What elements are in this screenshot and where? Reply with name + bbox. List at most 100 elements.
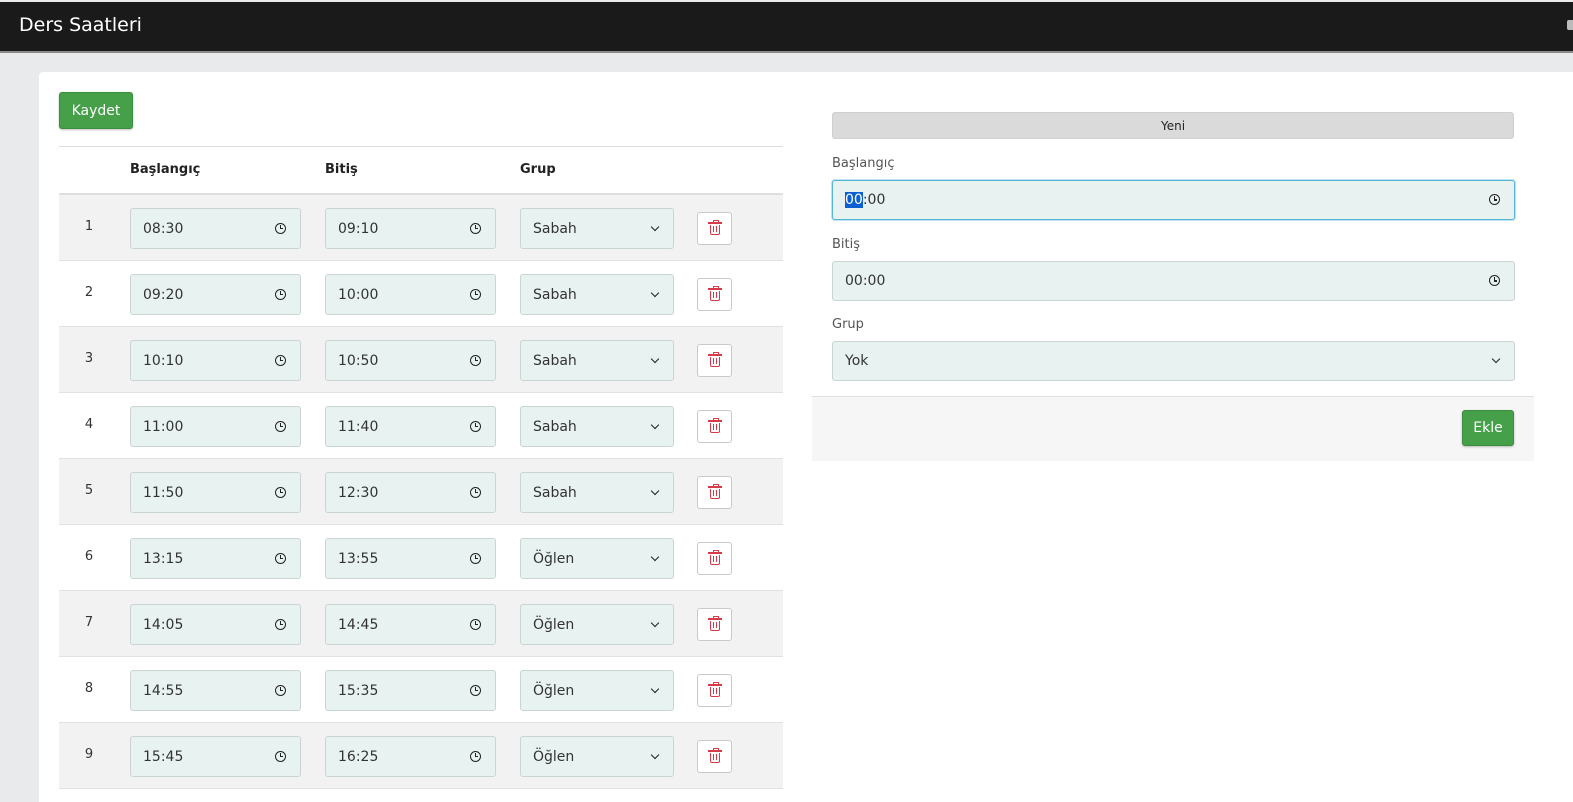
chevron-down-icon <box>650 750 660 759</box>
trash-icon <box>708 748 722 763</box>
clock-icon[interactable] <box>470 552 481 564</box>
end-time-input[interactable]: 14:45 <box>325 604 496 645</box>
clock-icon[interactable] <box>275 486 286 498</box>
group-select[interactable]: Öğlen <box>520 604 674 645</box>
delete-row-button[interactable] <box>697 278 732 311</box>
row-number: 9 <box>84 747 94 762</box>
delete-row-button[interactable] <box>697 344 732 377</box>
clock-icon[interactable] <box>1489 194 1500 205</box>
clock-icon[interactable] <box>470 486 481 498</box>
row-number: 5 <box>84 483 94 498</box>
clock-icon[interactable] <box>470 354 481 366</box>
end-time-input[interactable]: 16:25 <box>325 736 496 777</box>
group-select[interactable]: Öğlen <box>520 736 674 777</box>
end-time-input[interactable]: 13:55 <box>325 538 496 579</box>
group-label: Grup <box>832 317 864 332</box>
delete-row-button[interactable] <box>697 674 732 707</box>
group-select[interactable]: Öğlen <box>520 670 674 711</box>
start-time-input[interactable]: 15:45 <box>130 736 301 777</box>
delete-row-button[interactable] <box>697 212 732 245</box>
end-time-input[interactable]: 12:30 <box>325 472 496 513</box>
chevron-down-icon <box>650 288 660 297</box>
end-time-value: 00:00 <box>845 273 886 289</box>
panel-footer: Ekle <box>812 396 1534 461</box>
start-time-input[interactable]: 11:00 <box>130 406 301 447</box>
clock-icon[interactable] <box>275 684 286 696</box>
start-time-input[interactable]: 13:15 <box>130 538 301 579</box>
start-time-value: 15:45 <box>143 748 184 765</box>
chevron-down-icon <box>650 354 660 363</box>
group-select[interactable]: Sabah <box>520 208 674 249</box>
table-row: 5 11:50 12:30 Sabah <box>59 459 783 525</box>
start-time-input[interactable]: 11:50 <box>130 472 301 513</box>
end-time-input[interactable]: 10:50 <box>325 340 496 381</box>
clock-icon[interactable] <box>275 750 286 762</box>
row-number: 3 <box>84 351 94 366</box>
new-end-time-input[interactable]: 00:00 <box>832 261 1515 301</box>
trash-icon <box>708 682 722 697</box>
column-header-end: Bitiş <box>325 162 358 177</box>
end-time-input[interactable]: 09:10 <box>325 208 496 249</box>
column-header-start: Başlangıç <box>130 162 201 177</box>
clock-icon[interactable] <box>1489 275 1500 286</box>
group-select[interactable]: Sabah <box>520 472 674 513</box>
group-value: Öğlen <box>533 682 575 699</box>
minute-segment[interactable]: 00 <box>868 192 886 208</box>
start-time-value: 11:00 <box>143 418 184 435</box>
group-select[interactable]: Sabah <box>520 406 674 447</box>
home-icon[interactable] <box>1567 20 1573 30</box>
group-select[interactable]: Sabah <box>520 274 674 315</box>
clock-icon[interactable] <box>470 420 481 432</box>
add-button[interactable]: Ekle <box>1462 410 1514 446</box>
end-time-input[interactable]: 11:40 <box>325 406 496 447</box>
start-time-value: 09:20 <box>143 286 184 303</box>
clock-icon[interactable] <box>275 222 286 234</box>
delete-row-button[interactable] <box>697 476 732 509</box>
chevron-down-icon <box>650 618 660 627</box>
save-button[interactable]: Kaydet <box>59 92 133 129</box>
clock-icon[interactable] <box>470 684 481 696</box>
row-number: 8 <box>84 681 94 696</box>
new-lesson-panel: Yeni Başlangıç 00:00 Bitiş 00:00 Grup Yo… <box>812 72 1534 461</box>
new-start-time-input[interactable]: 00:00 <box>832 180 1515 220</box>
delete-row-button[interactable] <box>697 410 732 443</box>
clock-icon[interactable] <box>470 222 481 234</box>
start-time-value: 10:10 <box>143 352 184 369</box>
clock-icon[interactable] <box>275 618 286 630</box>
clock-icon[interactable] <box>470 618 481 630</box>
end-time-value: 10:50 <box>338 352 379 369</box>
group-value: Sabah <box>533 484 577 501</box>
delete-row-button[interactable] <box>697 740 732 773</box>
start-time-input[interactable]: 09:20 <box>130 274 301 315</box>
row-number: 2 <box>84 285 94 300</box>
chevron-down-icon <box>1491 354 1501 364</box>
delete-row-button[interactable] <box>697 542 732 575</box>
start-time-input[interactable]: 10:10 <box>130 340 301 381</box>
delete-row-button[interactable] <box>697 608 732 641</box>
start-time-input[interactable]: 14:05 <box>130 604 301 645</box>
new-group-select[interactable]: Yok <box>832 341 1515 381</box>
clock-icon[interactable] <box>275 552 286 564</box>
end-time-input[interactable]: 10:00 <box>325 274 496 315</box>
end-time-value: 16:25 <box>338 748 379 765</box>
table-row: 3 10:10 10:50 Sabah <box>59 327 783 393</box>
group-value: Öğlen <box>533 748 575 765</box>
clock-icon[interactable] <box>275 420 286 432</box>
clock-icon[interactable] <box>275 354 286 366</box>
group-select[interactable]: Sabah <box>520 340 674 381</box>
start-time-input[interactable]: 14:55 <box>130 670 301 711</box>
chevron-down-icon <box>650 222 660 231</box>
column-header-group: Grup <box>520 162 556 177</box>
start-time-input[interactable]: 08:30 <box>130 208 301 249</box>
clock-icon[interactable] <box>275 288 286 300</box>
lesson-hours-table: Başlangıç Bitiş Grup 1 08:30 09:10 Sabah… <box>59 146 783 789</box>
end-label: Bitiş <box>832 237 861 252</box>
hour-segment[interactable]: 00 <box>845 192 863 208</box>
group-value: Sabah <box>533 418 577 435</box>
chevron-down-icon <box>650 486 660 495</box>
clock-icon[interactable] <box>470 750 481 762</box>
chevron-down-icon <box>650 684 660 693</box>
group-select[interactable]: Öğlen <box>520 538 674 579</box>
clock-icon[interactable] <box>470 288 481 300</box>
end-time-input[interactable]: 15:35 <box>325 670 496 711</box>
